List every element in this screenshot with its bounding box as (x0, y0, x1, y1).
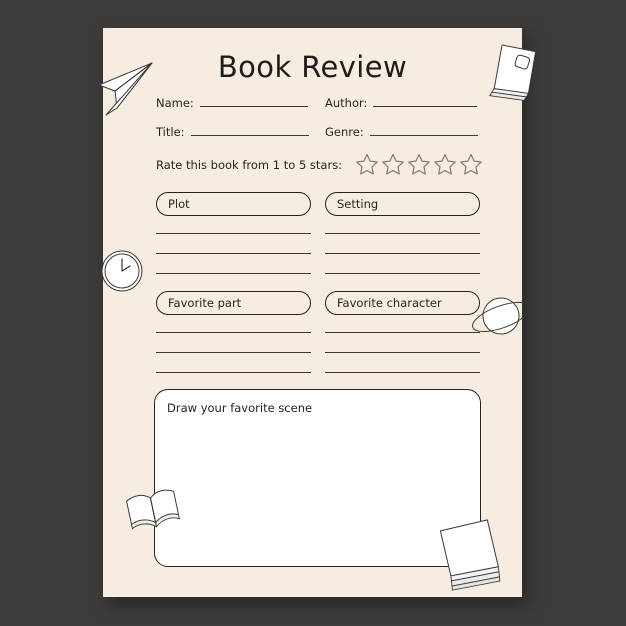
field-title-label: Title: (156, 125, 185, 139)
field-genre-input-line[interactable] (369, 135, 478, 136)
writing-line[interactable] (156, 234, 311, 254)
field-author-input-line[interactable] (373, 106, 478, 107)
field-genre: Genre: (325, 125, 478, 139)
rating-row: Rate this book from 1 to 5 stars: (156, 153, 483, 176)
star-outline-icon[interactable] (433, 153, 457, 176)
section-box-plot[interactable]: Plot (156, 192, 311, 216)
field-title-input-line[interactable] (190, 135, 309, 136)
writing-line[interactable] (156, 313, 311, 333)
writing-lines-favorite-part (156, 313, 311, 373)
writing-line[interactable] (156, 353, 311, 373)
writing-line[interactable] (156, 333, 311, 353)
field-author-label: Author: (325, 96, 368, 110)
draw-scene-area[interactable]: Draw your favorite scene (154, 389, 481, 567)
writing-line[interactable] (325, 353, 480, 373)
writing-line[interactable] (156, 254, 311, 274)
writing-line[interactable] (325, 333, 480, 353)
star-outline-icon[interactable] (381, 153, 405, 176)
writing-lines-setting (325, 214, 480, 274)
section-box-favorite-part[interactable]: Favorite part (156, 291, 311, 315)
field-name-input-line[interactable] (199, 106, 308, 107)
worksheet-page: Book Review Name: Author: Title: Genre: … (98, 28, 537, 597)
writing-line[interactable] (325, 214, 480, 234)
writing-lines-favorite-character (325, 313, 480, 373)
field-genre-label: Genre: (325, 125, 364, 139)
star-outline-icon[interactable] (407, 153, 431, 176)
field-title: Title: (156, 125, 309, 139)
page-title: Book Review (217, 50, 408, 84)
section-box-favorite-character[interactable]: Favorite character (325, 291, 480, 315)
clock-icon (101, 250, 143, 292)
writing-line[interactable] (325, 254, 480, 274)
writing-lines-plot (156, 214, 311, 274)
field-name-label: Name: (156, 96, 194, 110)
star-outline-icon[interactable] (459, 153, 483, 176)
star-rating-group[interactable] (355, 153, 483, 176)
star-outline-icon[interactable] (355, 153, 379, 176)
draw-scene-label: Draw your favorite scene (167, 401, 313, 415)
rating-label: Rate this book from 1 to 5 stars: (156, 157, 343, 172)
field-name: Name: (156, 96, 308, 110)
section-box-setting[interactable]: Setting (325, 192, 480, 216)
writing-line[interactable] (156, 214, 311, 234)
field-author: Author: (325, 96, 478, 110)
writing-line[interactable] (325, 313, 480, 333)
writing-line[interactable] (325, 234, 480, 254)
